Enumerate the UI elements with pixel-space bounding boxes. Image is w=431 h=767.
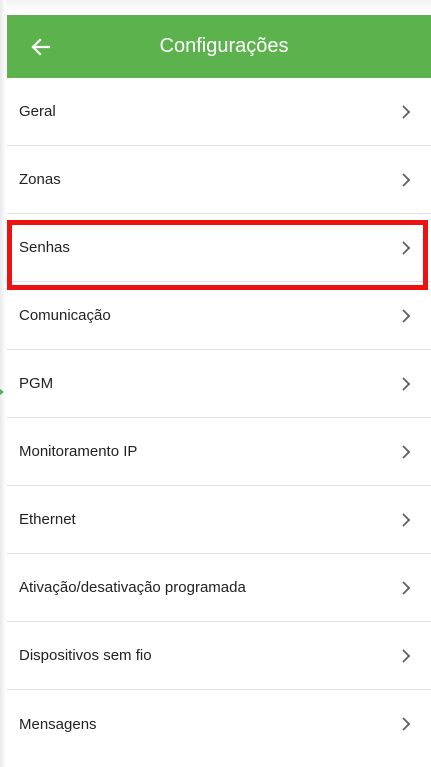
settings-item-label: Senhas [19, 239, 70, 256]
settings-item-label: Mensagens [19, 715, 97, 733]
back-button[interactable] [25, 31, 57, 63]
top-shadow [0, 0, 431, 12]
settings-item-label: Monitoramento IP [19, 443, 138, 460]
chevron-right-icon [402, 648, 411, 663]
settings-screen: Configurações Geral Zonas Senhas Comunic… [0, 0, 431, 767]
settings-item-ativacao-programada[interactable]: Ativação/desativação programada [7, 554, 431, 622]
chevron-right-icon [402, 376, 411, 391]
settings-item-label: Dispositivos sem fio [19, 647, 152, 664]
settings-item-geral[interactable]: Geral [7, 78, 431, 146]
settings-item-label: Geral [19, 103, 56, 120]
left-shadow [0, 0, 6, 767]
settings-item-ethernet[interactable]: Ethernet [7, 486, 431, 554]
settings-item-senhas[interactable]: Senhas [7, 214, 431, 282]
chevron-right-icon [402, 308, 411, 323]
settings-item-pgm[interactable]: PGM [7, 350, 431, 418]
settings-list: Geral Zonas Senhas Comunicação PGM Monit… [7, 78, 431, 758]
chevron-right-icon [402, 717, 411, 731]
settings-item-dispositivos-sem-fio[interactable]: Dispositivos sem fio [7, 622, 431, 690]
chevron-right-icon [402, 240, 411, 255]
chevron-right-icon [402, 512, 411, 527]
page-title: Configurações [159, 35, 289, 57]
settings-item-label: Zonas [19, 171, 61, 188]
settings-item-mensagens[interactable]: Mensagens [7, 690, 431, 758]
chevron-right-icon [402, 172, 411, 187]
settings-item-monitoramento-ip[interactable]: Monitoramento IP [7, 418, 431, 486]
settings-item-label: Ativação/desativação programada [19, 579, 246, 596]
settings-item-zonas[interactable]: Zonas [7, 146, 431, 214]
settings-item-label: PGM [19, 375, 54, 392]
settings-item-label: Ethernet [19, 511, 76, 528]
chevron-right-icon [402, 104, 411, 119]
arrow-left-icon [31, 38, 51, 56]
left-edge-marker [0, 389, 4, 395]
chevron-right-icon [402, 444, 411, 459]
app-bar: Configurações [7, 15, 431, 78]
settings-item-comunicacao[interactable]: Comunicação [7, 282, 431, 350]
settings-item-label: Comunicação [19, 307, 111, 324]
chevron-right-icon [402, 580, 411, 595]
